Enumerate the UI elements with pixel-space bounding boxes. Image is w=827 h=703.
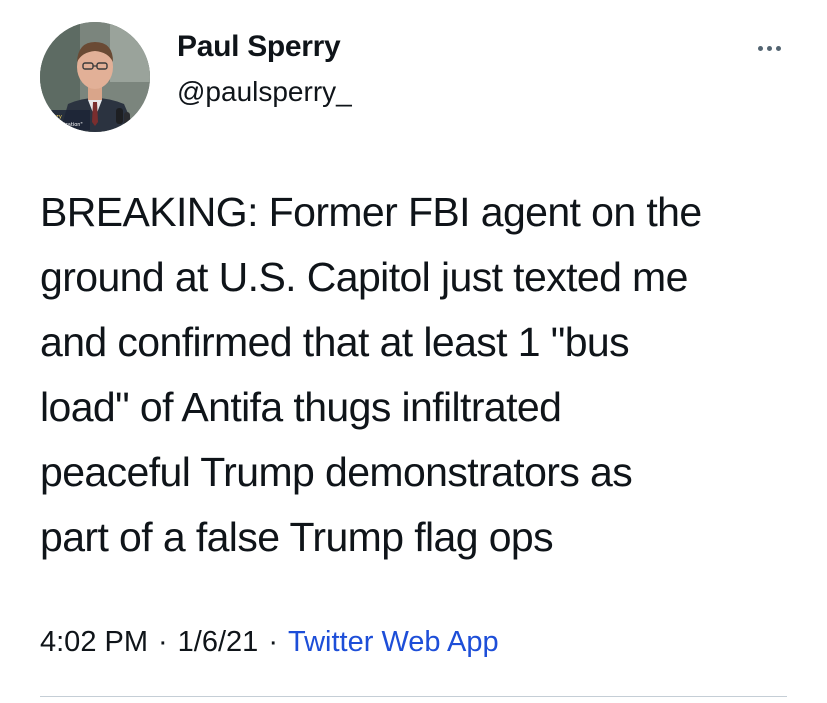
tweet-date[interactable]: 1/6/21 xyxy=(178,626,259,658)
more-dot xyxy=(766,45,772,51)
avatar-image: Sperry or, "Infiltration" xyxy=(40,22,150,132)
avatar[interactable]: Sperry or, "Infiltration" xyxy=(40,22,150,132)
tweet-text-line: and confirmed that at least 1 "bus xyxy=(40,319,630,365)
tweet-source-link[interactable]: Twitter Web App xyxy=(288,626,499,658)
avatar-caption-sub: or, "Infiltration" xyxy=(44,122,83,128)
tweet-text-line: ground at U.S. Capitol just texted me xyxy=(40,254,688,300)
author-handle[interactable]: @paulsperry_ xyxy=(177,76,352,108)
meta-separator: · xyxy=(268,626,278,658)
meta-separator: · xyxy=(158,626,168,658)
more-icon[interactable] xyxy=(748,34,790,62)
divider xyxy=(40,696,787,697)
more-dot xyxy=(775,45,781,51)
tweet-text-line: load" of Antifa thugs infiltrated xyxy=(40,384,562,430)
tweet-text: BREAKING: Former FBI agent on the ground… xyxy=(40,180,800,570)
tweet-time[interactable]: 4:02 PM xyxy=(40,626,148,658)
tweet-text-line: peaceful Trump demonstrators as xyxy=(40,449,633,495)
tweet-card: Sperry or, "Infiltration" Paul Sperry @p… xyxy=(0,0,827,703)
tweet-text-line: part of a false Trump flag ops xyxy=(40,514,554,560)
more-dot xyxy=(757,45,763,51)
tweet-text-line: BREAKING: Former FBI agent on the xyxy=(40,189,702,235)
avatar-caption-name: Sperry xyxy=(44,114,63,120)
tweet-meta: 4:02 PM · 1/6/21 · Twitter Web App xyxy=(40,626,499,659)
author-name[interactable]: Paul Sperry xyxy=(177,30,341,64)
